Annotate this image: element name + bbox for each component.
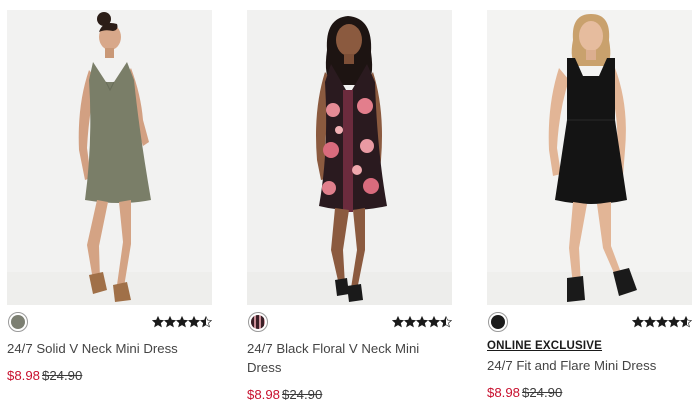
- product-card[interactable]: 24/7 Black Floral V Neck Mini Dress $8.9…: [247, 10, 452, 403]
- online-exclusive-badge[interactable]: ONLINE EXCLUSIVE: [487, 339, 692, 354]
- star-icon: [404, 316, 416, 328]
- star-icon: [188, 316, 200, 328]
- product-meta-row: [487, 311, 692, 335]
- original-price: $24.90: [282, 387, 323, 402]
- product-meta-row: [247, 311, 452, 335]
- original-price: $24.90: [522, 385, 563, 400]
- star-icon: [428, 316, 440, 328]
- star-icon: [440, 316, 452, 328]
- sale-price: $8.98: [247, 387, 281, 402]
- star-icon: [644, 316, 656, 328]
- color-swatch[interactable]: [488, 312, 508, 332]
- star-icon: [392, 316, 404, 328]
- star-icon: [416, 316, 428, 328]
- product-image[interactable]: [487, 10, 692, 305]
- product-card[interactable]: ONLINE EXCLUSIVE 24/7 Fit and Flare Mini…: [487, 10, 692, 401]
- star-icon: [176, 316, 188, 328]
- color-swatch[interactable]: [248, 312, 268, 332]
- product-image[interactable]: [7, 10, 212, 305]
- original-price: $24.90: [42, 368, 83, 383]
- product-title-link[interactable]: 24/7 Fit and Flare Mini Dress: [487, 356, 692, 375]
- product-card[interactable]: 24/7 Solid V Neck Mini Dress $8.98 $24.90: [7, 10, 212, 384]
- star-icon: [656, 316, 668, 328]
- star-rating[interactable]: [152, 315, 212, 329]
- star-rating[interactable]: [632, 315, 692, 329]
- product-title-link[interactable]: 24/7 Black Floral V Neck Mini Dress: [247, 339, 452, 377]
- product-image[interactable]: [247, 10, 452, 305]
- price-row: $8.98 $24.90: [487, 384, 692, 401]
- price-row: $8.98 $24.90: [7, 367, 212, 384]
- product-title-link[interactable]: 24/7 Solid V Neck Mini Dress: [7, 339, 212, 358]
- star-icon: [164, 316, 176, 328]
- star-icon: [632, 316, 644, 328]
- color-swatch[interactable]: [8, 312, 28, 332]
- price-row: $8.98 $24.90: [247, 386, 452, 403]
- star-icon: [200, 316, 212, 328]
- star-rating[interactable]: [392, 315, 452, 329]
- sale-price: $8.98: [7, 368, 41, 383]
- star-icon: [668, 316, 680, 328]
- star-icon: [680, 316, 692, 328]
- star-icon: [152, 316, 164, 328]
- sale-price: $8.98: [487, 385, 521, 400]
- product-meta-row: [7, 311, 212, 335]
